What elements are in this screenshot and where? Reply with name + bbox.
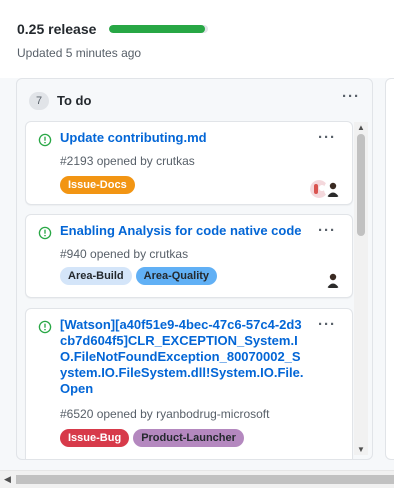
issue-title-link[interactable]: [Watson][a40f51e9-4bec-47c6-57c4-2d3cb7d…: [60, 317, 306, 397]
issue-label[interactable]: Product-Launcher: [133, 429, 244, 447]
issue-meta: #2193 opened by crutkas: [60, 154, 195, 168]
issue-opened-icon: [38, 226, 52, 240]
issue-card[interactable]: [Watson][a40f51e9-4bec-47c6-57c4-2d3cb7d…: [25, 308, 353, 459]
release-progress-fill: [109, 25, 206, 33]
column-header: 7 To do ···: [17, 79, 372, 123]
card-menu-icon[interactable]: ···: [318, 223, 336, 238]
project-column-todo: 7 To do ··· Update contributing.md #2193…: [16, 78, 373, 460]
board-scroll-thumb[interactable]: [16, 475, 394, 484]
board-horizontal-scrollbar[interactable]: ◀: [0, 470, 394, 488]
card-menu-icon[interactable]: ···: [318, 130, 336, 145]
column-card-count: 7: [29, 92, 49, 110]
issue-title-link[interactable]: Update contributing.md: [60, 130, 306, 146]
release-title[interactable]: 0.25 release: [17, 21, 96, 37]
issue-opened-icon: [38, 133, 52, 147]
card-menu-icon[interactable]: ···: [318, 317, 336, 332]
issue-labels: Issue-Docs: [60, 176, 135, 194]
issue-card[interactable]: Update contributing.md #2193 opened by c…: [25, 121, 353, 205]
avatar[interactable]: [324, 271, 342, 289]
issue-card[interactable]: Enabling Analysis for code native code #…: [25, 214, 353, 298]
column-menu-icon[interactable]: ···: [342, 89, 360, 104]
release-progress-bar: [109, 25, 209, 33]
issue-meta: #6520 opened by ryanbodrug-microsoft: [60, 407, 270, 421]
assignee-avatars: [310, 180, 342, 198]
assignee-avatars: [324, 271, 342, 289]
column-scroll-thumb[interactable]: [357, 134, 365, 236]
updated-timestamp: Updated 5 minutes ago: [17, 46, 142, 60]
issue-label[interactable]: Area-Quality: [135, 267, 218, 285]
avatar[interactable]: [324, 180, 342, 198]
issue-label[interactable]: Area-Build: [60, 267, 132, 285]
scroll-left-arrow-icon[interactable]: ◀: [4, 474, 11, 485]
column-title: To do: [57, 93, 92, 108]
issue-opened-icon: [38, 320, 52, 334]
scroll-down-arrow-icon[interactable]: ▼: [357, 445, 365, 454]
scroll-up-arrow-icon[interactable]: ▲: [357, 123, 365, 132]
issue-label[interactable]: Issue-Bug: [60, 429, 130, 447]
next-project-column: [385, 78, 394, 460]
issue-meta: #940 opened by crutkas: [60, 247, 189, 261]
issue-label[interactable]: Issue-Docs: [60, 176, 135, 194]
column-vertical-scrollbar[interactable]: ▲ ▼: [354, 122, 368, 455]
issue-title-link[interactable]: Enabling Analysis for code native code: [60, 223, 306, 239]
issue-labels: Area-Build Area-Quality: [60, 267, 218, 285]
project-header: 0.25 release Updated 5 minutes ago: [0, 0, 394, 78]
issue-labels: Issue-Bug Product-Launcher: [60, 429, 244, 447]
release-row: 0.25 release: [17, 21, 209, 37]
